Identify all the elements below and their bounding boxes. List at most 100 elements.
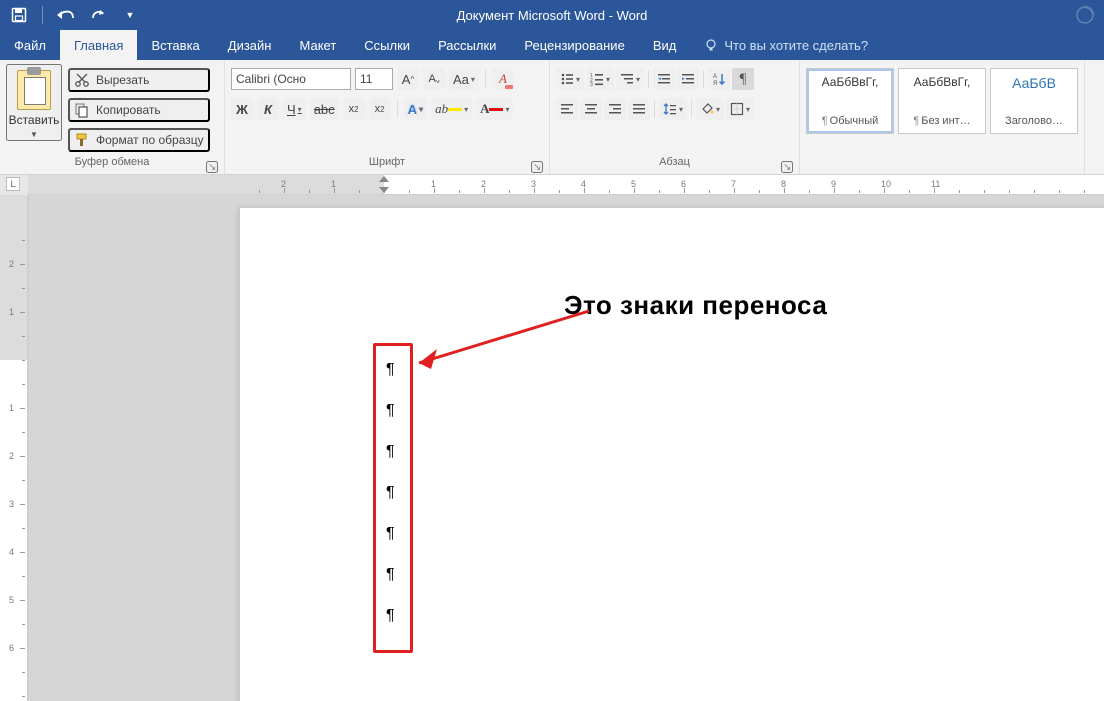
text-effects-button[interactable]: A [404, 98, 427, 120]
font-family-combo[interactable] [231, 68, 351, 90]
group-font: A^ A^ Aa A Ж К Ч abc x2 x2 [225, 60, 550, 174]
clipboard-dialog-launcher[interactable]: ↘ [206, 161, 218, 173]
cut-button[interactable]: Вырезать [68, 68, 210, 92]
tab-insert[interactable]: Вставка [137, 30, 213, 60]
separator [691, 100, 692, 118]
subscript-button[interactable]: x2 [343, 98, 365, 120]
tab-design[interactable]: Дизайн [214, 30, 286, 60]
tab-home[interactable]: Главная [60, 30, 137, 60]
paste-button[interactable]: Вставить ▼ [6, 64, 62, 141]
align-center-button[interactable] [580, 98, 602, 120]
horizontal-ruler[interactable]: 211234567891011 [28, 175, 1104, 195]
indent-icon [681, 72, 695, 86]
undo-button[interactable] [53, 3, 79, 27]
bullet-list-button[interactable] [556, 68, 584, 90]
group-paragraph-label: Абзац [659, 156, 690, 168]
italic-button[interactable]: К [257, 98, 279, 120]
cut-label: Вырезать [96, 73, 149, 87]
align-left-button[interactable] [556, 98, 578, 120]
numbered-list-button[interactable]: 123 [586, 68, 614, 90]
separator [703, 70, 704, 88]
redo-button[interactable] [85, 3, 111, 27]
title-bar: ▼ Документ Microsoft Word - Word [0, 0, 1104, 30]
save-button[interactable] [6, 3, 32, 27]
vertical-ruler[interactable]: 21123456 [0, 195, 28, 701]
group-styles: АаБбВвГг, ¶Обычный АаБбВвГг, ¶Без инт… А… [800, 60, 1085, 174]
chevron-down-icon: ▼ [126, 10, 135, 20]
increase-indent-button[interactable] [677, 68, 699, 90]
numbered-list-icon: 123 [590, 72, 604, 86]
group-clipboard-label: Буфер обмена [75, 156, 150, 168]
sort-button[interactable]: AЯ [708, 68, 730, 90]
paragraph-dialog-launcher[interactable]: ↘ [781, 161, 793, 173]
borders-icon [730, 102, 744, 116]
eraser-icon [504, 80, 514, 90]
style-heading1[interactable]: АаБбВ Заголово… [990, 68, 1078, 134]
align-right-icon [608, 102, 622, 116]
paste-icon [17, 70, 51, 110]
group-clipboard: Вставить ▼ Вырезать Ко [0, 60, 225, 174]
qat-separator [42, 6, 43, 24]
outdent-icon [657, 72, 671, 86]
copy-label: Копировать [96, 103, 161, 117]
qat-customize-button[interactable]: ▼ [117, 3, 143, 27]
clear-formatting-button[interactable]: A [492, 68, 514, 90]
shading-button[interactable] [696, 98, 724, 120]
group-paragraph: 123 AЯ [550, 60, 800, 174]
bold-button[interactable]: Ж [231, 98, 253, 120]
ribbon-tabs: Файл Главная Вставка Дизайн Макет Ссылки… [0, 30, 1104, 60]
change-case-button[interactable]: Aa [449, 68, 479, 90]
tab-review[interactable]: Рецензирование [510, 30, 638, 60]
superscript-button[interactable]: x2 [369, 98, 391, 120]
show-hide-marks-button[interactable]: ¶ [732, 68, 754, 90]
tell-me-placeholder: Что вы хотите сделать? [724, 38, 868, 53]
multilevel-list-button[interactable] [616, 68, 644, 90]
save-icon [11, 7, 27, 23]
chevron-down-icon: ▼ [30, 130, 38, 139]
separator [648, 70, 649, 88]
copy-button[interactable]: Копировать [68, 98, 210, 122]
caret-up-icon: ^ [410, 75, 414, 84]
tab-stop-selector[interactable]: L [6, 177, 20, 191]
line-spacing-button[interactable] [659, 98, 687, 120]
undo-icon [55, 8, 77, 22]
strikethrough-button[interactable]: abc [310, 98, 339, 120]
highlight-button[interactable]: ab [431, 98, 472, 120]
underline-button[interactable]: Ч [283, 98, 306, 120]
font-dialog-launcher[interactable]: ↘ [531, 161, 543, 173]
tell-me[interactable]: Что вы хотите сделать? [690, 30, 868, 60]
separator [485, 70, 486, 88]
pilcrow-icon: ¶ [740, 71, 747, 88]
highlight-swatch [448, 108, 462, 111]
sort-icon: AЯ [712, 72, 726, 86]
document-canvas[interactable]: ¶¶¶¶¶¶¶ Это знаки переноса [28, 195, 1104, 701]
bullet-list-icon [560, 72, 574, 86]
font-color-button[interactable]: A [476, 98, 513, 120]
paste-label: Вставить [9, 114, 60, 126]
lightbulb-icon [704, 38, 718, 52]
tab-file[interactable]: Файл [0, 30, 60, 60]
tab-layout[interactable]: Макет [285, 30, 350, 60]
svg-text:Я: Я [713, 81, 717, 86]
style-normal[interactable]: АаБбВвГг, ¶Обычный [806, 68, 894, 134]
ribbon: Вставить ▼ Вырезать Ко [0, 60, 1104, 175]
separator [654, 100, 655, 118]
scissors-icon [74, 72, 90, 88]
style-no-spacing[interactable]: АаБбВвГг, ¶Без инт… [898, 68, 986, 134]
shrink-font-button[interactable]: A^ [423, 68, 445, 90]
tab-references[interactable]: Ссылки [350, 30, 424, 60]
align-right-button[interactable] [604, 98, 626, 120]
tab-view[interactable]: Вид [639, 30, 691, 60]
decrease-indent-button[interactable] [653, 68, 675, 90]
align-justify-icon [632, 102, 646, 116]
font-size-combo[interactable] [355, 68, 393, 90]
group-styles-label [806, 156, 1082, 174]
tab-mailings[interactable]: Рассылки [424, 30, 510, 60]
align-justify-button[interactable] [628, 98, 650, 120]
font-color-swatch [489, 108, 503, 111]
borders-button[interactable] [726, 98, 754, 120]
grow-font-button[interactable]: A^ [397, 68, 419, 90]
document-title: Документ Microsoft Word - Word [0, 8, 1104, 23]
format-painter-button[interactable]: Формат по образцу [68, 128, 210, 152]
redo-icon [90, 8, 106, 22]
